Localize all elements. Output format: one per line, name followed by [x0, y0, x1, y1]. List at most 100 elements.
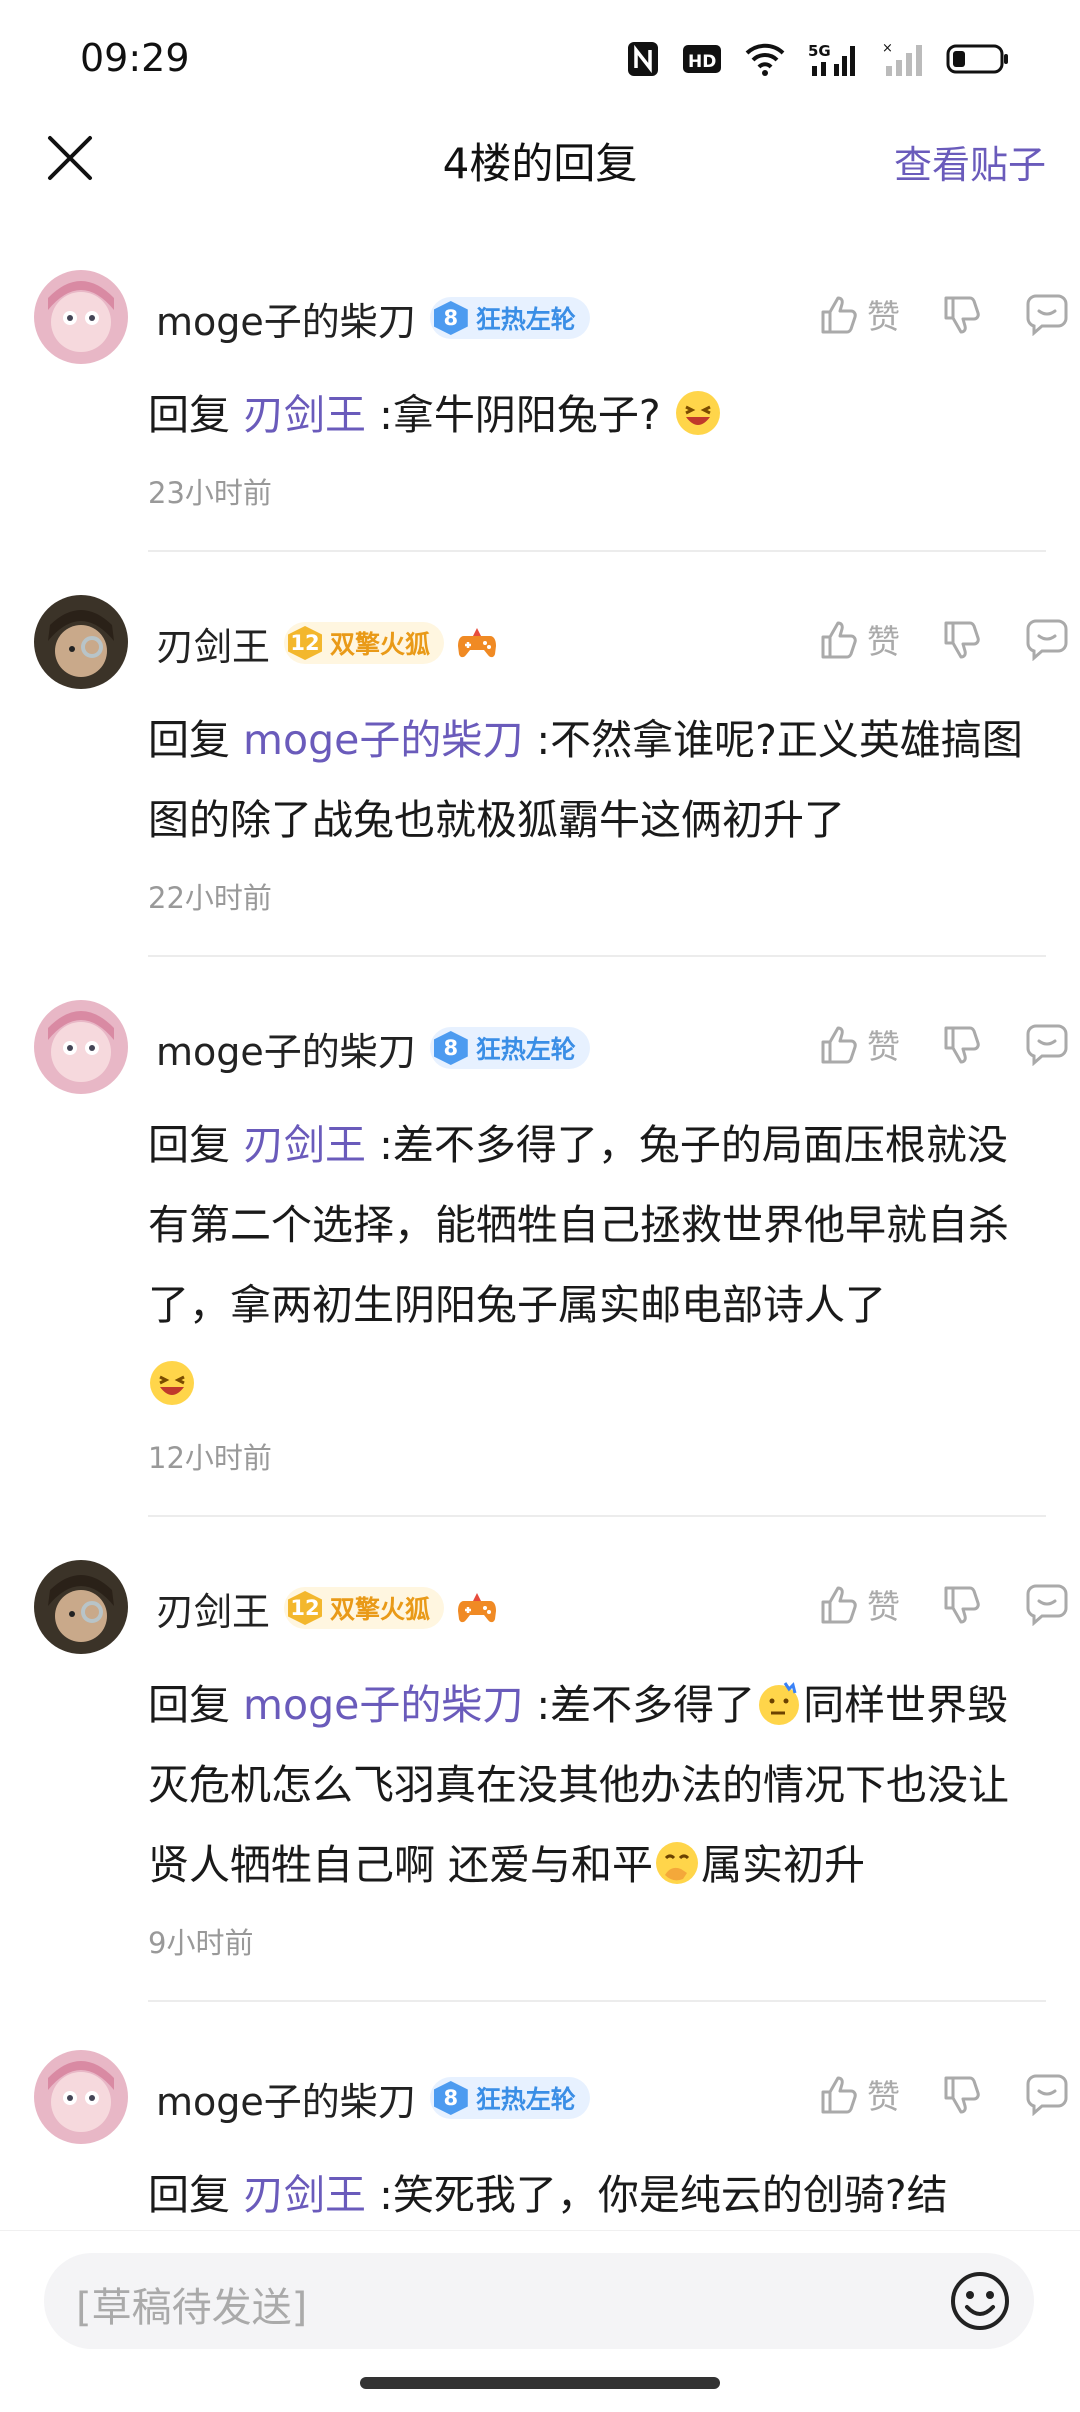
level-number: 12	[288, 1591, 323, 1625]
divider	[148, 2000, 1046, 2002]
svg-text:5G: 5G	[808, 42, 831, 60]
avatar[interactable]	[34, 270, 128, 364]
comment-icon	[1026, 294, 1068, 336]
reply-content: 属实初升	[701, 1841, 866, 1889]
dislike-button[interactable]	[940, 609, 984, 669]
username[interactable]: moge子的柴刀	[156, 2071, 416, 2126]
reply-text[interactable]: 回复 刃剑王 :拿牛阴阳兔子?	[148, 375, 1038, 455]
gamepad-icon	[458, 1593, 497, 1623]
avatar[interactable]	[34, 1560, 128, 1654]
divider	[148, 550, 1046, 552]
status-icons: HD 5G ×	[626, 40, 1010, 78]
smiley-icon	[951, 2272, 1009, 2330]
comment-button[interactable]	[1024, 2064, 1070, 2124]
hd-icon: HD	[683, 45, 721, 73]
reply-content: :笑死我了，你是纯云的创骑?结	[366, 2171, 948, 2219]
level-badge: 12 双擎火狐	[284, 622, 445, 664]
reply-text[interactable]: 回复 moge子的柴刀 :不然拿谁呢?正义英雄搞图图的除了战兔也就极狐霸牛这俩初…	[148, 700, 1038, 860]
avatar[interactable]	[34, 2050, 128, 2144]
reply-text[interactable]: 回复 刃剑王 :差不多得了，兔子的局面压根就没有第二个选择，能牺牲自己拯救世界他…	[148, 1105, 1038, 1425]
username[interactable]: 刃剑王	[156, 616, 270, 671]
signal-icon: ×	[882, 41, 922, 76]
thumbs-up-icon	[821, 1026, 857, 1064]
reply-prefix: 回复	[148, 1681, 244, 1729]
comment-icon	[1026, 1584, 1068, 1626]
like-button[interactable]: 赞	[817, 284, 900, 344]
level-badge: 8 狂热左轮	[429, 297, 590, 339]
gamepad-icon	[458, 628, 497, 658]
dislike-button[interactable]	[940, 284, 984, 344]
reply-item: moge子的柴刀 8 狂热左轮 赞 回复 刃剑王 :差不多得了，兔子的局面压根就…	[0, 990, 1080, 1550]
reply-composer: [草稿待发送]	[0, 2230, 1080, 2412]
timestamp: 12小时前	[148, 1441, 272, 1475]
like-button[interactable]: 赞	[817, 1574, 900, 1634]
reply-actions: 赞	[777, 609, 1070, 669]
reply-text[interactable]: 回复 刃剑王 :笑死我了，你是纯云的创骑?结	[148, 2155, 1038, 2235]
reply-actions: 赞	[777, 1574, 1070, 1634]
level-number: 12	[288, 626, 323, 660]
emoji-button[interactable]	[948, 2269, 1012, 2333]
like-label: 赞	[867, 297, 900, 336]
reply-input[interactable]: [草稿待发送]	[44, 2253, 1034, 2349]
reply-item: moge子的柴刀 8 狂热左轮 赞 回复 刃剑王 :笑死我了，你是纯云的创骑?结	[0, 2040, 1080, 2240]
mention-link[interactable]: moge子的柴刀	[243, 716, 523, 764]
avatar[interactable]	[34, 595, 128, 689]
user-row: moge子的柴刀 8 狂热左轮	[156, 288, 590, 348]
level-badge: 12 双擎火狐	[284, 1587, 445, 1629]
level-badge: 8 狂热左轮	[429, 2077, 590, 2119]
home-indicator[interactable]	[360, 2377, 720, 2389]
mention-link[interactable]: 刃剑王	[243, 391, 366, 439]
comment-icon	[1026, 1024, 1068, 1066]
grin-emoji-icon	[675, 391, 720, 435]
5g-signal-icon: 5G	[808, 42, 855, 76]
battery-icon	[946, 44, 1008, 74]
dislike-button[interactable]	[940, 2064, 984, 2124]
reply-input-placeholder: [草稿待发送]	[76, 2285, 308, 2331]
like-button[interactable]: 赞	[817, 2064, 900, 2124]
divider	[148, 1515, 1046, 1517]
thumbs-up-icon	[821, 621, 857, 659]
reply-item: moge子的柴刀 8 狂热左轮 赞 回复 刃剑王 :拿牛阴阳兔子? 23小时前	[0, 260, 1080, 560]
reply-item: 刃剑王 12 双擎火狐 赞 回复 moge子的柴刀 :差不多得了 同样世界毁灭危机…	[0, 1550, 1080, 2030]
dislike-button[interactable]	[940, 1014, 984, 1074]
level-title: 狂热左轮	[475, 305, 576, 334]
avatar[interactable]	[34, 1000, 128, 1094]
reply-content: :差不多得了	[523, 1681, 756, 1729]
thumbs-down-icon	[944, 1026, 980, 1064]
timestamp: 22小时前	[148, 881, 272, 915]
like-button[interactable]: 赞	[817, 1014, 900, 1074]
thumbs-up-icon	[821, 2076, 857, 2114]
thumbs-down-icon	[944, 296, 980, 334]
comment-button[interactable]	[1024, 1014, 1070, 1074]
username[interactable]: moge子的柴刀	[156, 1021, 416, 1076]
like-label: 赞	[867, 1027, 900, 1066]
level-title: 双擎火狐	[330, 1595, 431, 1624]
mention-link[interactable]: 刃剑王	[243, 1121, 366, 1169]
timestamp: 9小时前	[148, 1926, 254, 1960]
thinking-emoji-icon	[759, 1682, 800, 1725]
level-title: 狂热左轮	[475, 1035, 576, 1064]
reply-actions: 赞	[777, 2064, 1070, 2124]
header: 4楼的回复 查看贴子	[0, 120, 1080, 210]
view-post-link[interactable]: 查看贴子	[894, 134, 1046, 189]
status-time: 09:29	[80, 36, 190, 80]
mention-link[interactable]: 刃剑王	[243, 2171, 366, 2219]
reply-prefix: 回复	[148, 391, 244, 439]
dislike-button[interactable]	[940, 1574, 984, 1634]
like-button[interactable]: 赞	[817, 609, 900, 669]
reply-prefix: 回复	[148, 2171, 244, 2219]
mention-link[interactable]: moge子的柴刀	[243, 1681, 523, 1729]
comment-button[interactable]	[1024, 1574, 1070, 1634]
username[interactable]: 刃剑王	[156, 1581, 270, 1636]
username[interactable]: moge子的柴刀	[156, 291, 416, 346]
comment-icon	[1026, 2074, 1068, 2116]
like-label: 赞	[867, 622, 900, 661]
level-number: 8	[433, 1031, 468, 1065]
reply-text[interactable]: 回复 moge子的柴刀 :差不多得了 同样世界毁灭危机怎么飞羽真在没其他办法的情况…	[148, 1665, 1038, 1905]
reply-actions: 赞	[777, 284, 1070, 344]
thumbs-down-icon	[944, 2076, 980, 2114]
comment-button[interactable]	[1024, 284, 1070, 344]
svg-text:HD: HD	[688, 52, 716, 72]
comment-button[interactable]	[1024, 609, 1070, 669]
user-row: moge子的柴刀 8 狂热左轮	[156, 2068, 590, 2128]
